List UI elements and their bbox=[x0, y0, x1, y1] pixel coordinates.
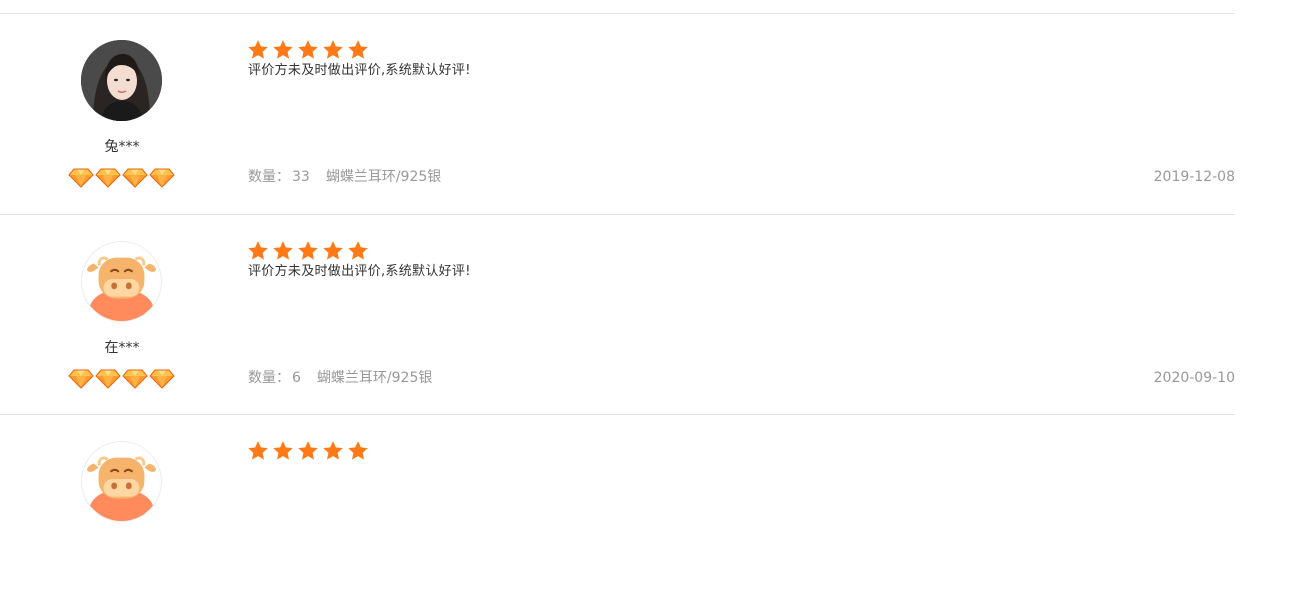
review-item: 兔*** 评价方未及时做出评价,系统默认好评! 数量： 33 蝴蝶兰耳环/925银 … bbox=[0, 14, 1235, 214]
star-rating bbox=[246, 240, 370, 262]
product-spec: 蝴蝶兰耳环/925银 bbox=[316, 370, 433, 386]
product-spec: 蝴蝶兰耳环/925银 bbox=[325, 169, 442, 185]
quantity-label: 数量： bbox=[248, 370, 290, 386]
review-meta: 数量： 6 蝴蝶兰耳环/925银 bbox=[248, 369, 432, 387]
star-icon bbox=[271, 240, 295, 262]
star-icon bbox=[246, 240, 270, 262]
star-icon bbox=[346, 39, 370, 61]
review-content: 评价方未及时做出评价,系统默认好评! bbox=[248, 264, 471, 279]
star-icon bbox=[246, 39, 270, 61]
star-rating bbox=[246, 39, 370, 61]
avatar[interactable] bbox=[81, 441, 162, 522]
review-item: 在*** 评价方未及时做出评价,系统默认好评! 数量： 6 蝴蝶兰耳环/925银 2… bbox=[0, 215, 1235, 415]
diamond-icon bbox=[122, 168, 148, 188]
avatar[interactable] bbox=[81, 40, 162, 121]
diamond-icon bbox=[149, 168, 175, 188]
review-content: 评价方未及时做出评价,系统默认好评! bbox=[248, 63, 471, 78]
username: 兔*** bbox=[104, 139, 140, 155]
quantity-value: 33 bbox=[292, 169, 310, 185]
member-level-badges bbox=[68, 369, 175, 389]
username: 在*** bbox=[104, 340, 140, 356]
diamond-icon bbox=[68, 168, 94, 188]
diamond-icon bbox=[95, 369, 121, 389]
quantity-label: 数量： bbox=[248, 169, 290, 185]
diamond-icon bbox=[122, 369, 148, 389]
review-date: 2020-09-10 bbox=[1153, 370, 1235, 386]
diamond-icon bbox=[95, 168, 121, 188]
diamond-icon bbox=[149, 369, 175, 389]
star-icon bbox=[271, 39, 295, 61]
star-icon bbox=[296, 39, 320, 61]
diamond-icon bbox=[68, 369, 94, 389]
star-icon bbox=[296, 240, 320, 262]
cow-cartoon-avatar-icon bbox=[82, 442, 161, 521]
review-item bbox=[0, 415, 1235, 615]
star-icon bbox=[321, 240, 345, 262]
review-date: 2019-12-08 bbox=[1153, 169, 1235, 185]
avatar[interactable] bbox=[81, 241, 162, 322]
review-meta: 数量： 33 蝴蝶兰耳环/925银 bbox=[248, 168, 441, 186]
member-level-badges bbox=[68, 168, 175, 188]
star-icon bbox=[346, 240, 370, 262]
woman-photo-avatar-icon bbox=[81, 40, 162, 121]
quantity-value: 6 bbox=[292, 370, 301, 386]
star-icon bbox=[321, 39, 345, 61]
cow-cartoon-avatar-icon bbox=[82, 242, 161, 321]
